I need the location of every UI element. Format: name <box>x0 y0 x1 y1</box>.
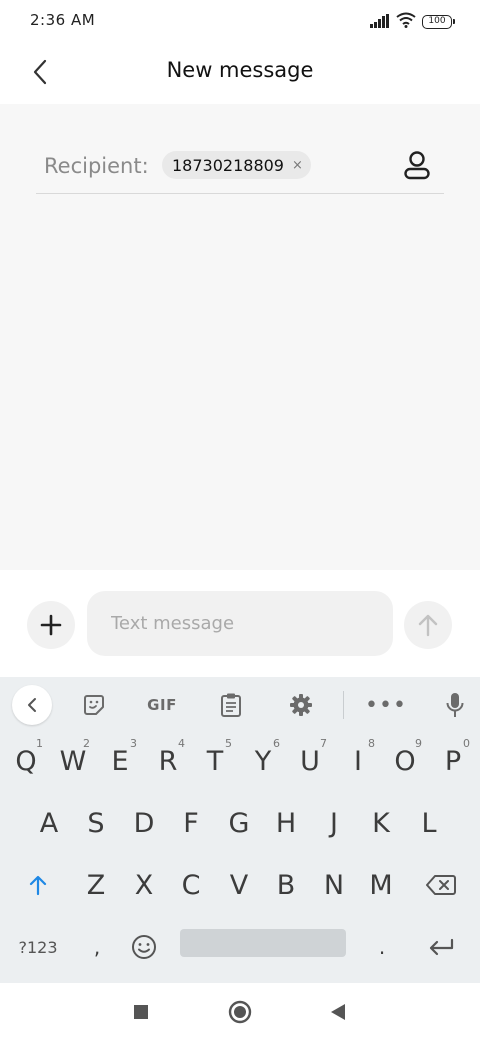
chevron-left-icon <box>28 698 36 712</box>
keyboard-settings-button[interactable] <box>281 685 321 725</box>
system-back-button[interactable] <box>323 997 353 1027</box>
chip-remove-icon[interactable]: × <box>292 158 303 173</box>
symbols-key[interactable]: ?123 <box>14 919 62 975</box>
enter-key[interactable] <box>418 919 464 975</box>
clipboard-icon <box>221 693 241 717</box>
key-x[interactable]: X <box>121 857 167 913</box>
signal-icon <box>370 13 390 32</box>
shift-key[interactable] <box>15 857 61 913</box>
sticker-icon <box>84 695 104 715</box>
key-k[interactable]: K <box>358 795 404 851</box>
key-j[interactable]: J <box>311 795 357 851</box>
key-p[interactable]: P0 <box>430 733 476 789</box>
key-u[interactable]: U7 <box>287 733 333 789</box>
key-q[interactable]: Q1 <box>3 733 49 789</box>
key-row-4: ?123 , . <box>0 919 480 979</box>
recipient-chip[interactable]: 18730218809 × <box>162 151 311 179</box>
key-m[interactable]: M <box>358 857 404 913</box>
key-g[interactable]: G <box>216 795 262 851</box>
key-c[interactable]: C <box>168 857 214 913</box>
more-icon[interactable]: ••• <box>365 685 406 725</box>
shift-icon <box>29 875 47 896</box>
system-nav-bar <box>0 983 480 1040</box>
key-b[interactable]: B <box>263 857 309 913</box>
home-circle-icon <box>228 1000 252 1024</box>
key-v[interactable]: V <box>216 857 262 913</box>
contact-picker-button[interactable] <box>400 148 434 182</box>
key-w[interactable]: W2 <box>50 733 96 789</box>
key-h[interactable]: H <box>263 795 309 851</box>
microphone-icon <box>446 693 464 717</box>
contact-person-icon <box>404 151 430 180</box>
recipient-label: Recipient: <box>44 154 149 178</box>
period-key[interactable]: . <box>359 919 405 975</box>
gear-icon <box>290 694 312 716</box>
page-title: New message <box>166 58 314 82</box>
key-z[interactable]: Z <box>73 857 119 913</box>
attach-button[interactable] <box>27 601 75 649</box>
key-a[interactable]: A <box>26 795 72 851</box>
message-input[interactable] <box>87 591 393 656</box>
key-i[interactable]: I8 <box>335 733 381 789</box>
backspace-icon <box>426 875 456 895</box>
status-bar: 2:36 AM 100 <box>0 0 480 44</box>
arrow-up-icon <box>418 614 438 637</box>
key-e[interactable]: E3 <box>97 733 143 789</box>
wifi-icon <box>396 12 416 32</box>
key-f[interactable]: F <box>168 795 214 851</box>
key-row-1: Q1 W2 E3 R4 T5 Y6 U7 I8 O9 P0 <box>0 733 480 793</box>
compose-bar <box>0 570 480 677</box>
square-icon <box>134 1005 148 1019</box>
status-icons: 100 <box>370 12 455 32</box>
recents-button[interactable] <box>126 997 156 1027</box>
plus-icon <box>40 614 62 636</box>
space-key[interactable] <box>180 929 346 957</box>
enter-icon <box>429 938 454 956</box>
key-n[interactable]: N <box>311 857 357 913</box>
message-content-area[interactable]: Recipient: 18730218809 × <box>0 104 480 570</box>
key-row-3: Z X C V B N M <box>0 857 480 917</box>
toolbar-divider <box>343 691 344 719</box>
clipboard-button[interactable] <box>211 685 251 725</box>
comma-key[interactable]: , <box>74 919 120 975</box>
key-o[interactable]: O9 <box>382 733 428 789</box>
keyboard: GIF ••• Q 1 W 2 E 3 R 4 T 5 Y 6 U 7 I 8 … <box>0 677 480 983</box>
emoji-icon <box>132 935 156 959</box>
header: New message <box>0 44 480 104</box>
back-triangle-icon <box>331 1004 345 1020</box>
battery-icon: 100 <box>422 15 455 29</box>
key-r[interactable]: R4 <box>145 733 191 789</box>
key-row-2: A S D F G H J K L <box>0 795 480 855</box>
backspace-key[interactable] <box>418 857 464 913</box>
send-button[interactable] <box>404 601 452 649</box>
home-button[interactable] <box>225 997 255 1027</box>
emoji-key[interactable] <box>121 919 167 975</box>
key-s[interactable]: S <box>73 795 119 851</box>
recipient-row: Recipient: 18730218809 × <box>36 140 444 194</box>
gif-button[interactable]: GIF <box>142 685 182 725</box>
sticker-button[interactable] <box>74 685 114 725</box>
key-l[interactable]: L <box>406 795 452 851</box>
key-y[interactable]: Y6 <box>240 733 286 789</box>
key-d[interactable]: D <box>121 795 167 851</box>
keyboard-toolbar: GIF ••• <box>0 677 480 733</box>
status-time: 2:36 AM <box>30 11 96 29</box>
keyboard-toolbar-back-button[interactable] <box>12 685 52 725</box>
recipient-chip-text: 18730218809 <box>172 155 284 175</box>
voice-input-button[interactable] <box>435 685 475 725</box>
key-t[interactable]: T5 <box>192 733 238 789</box>
